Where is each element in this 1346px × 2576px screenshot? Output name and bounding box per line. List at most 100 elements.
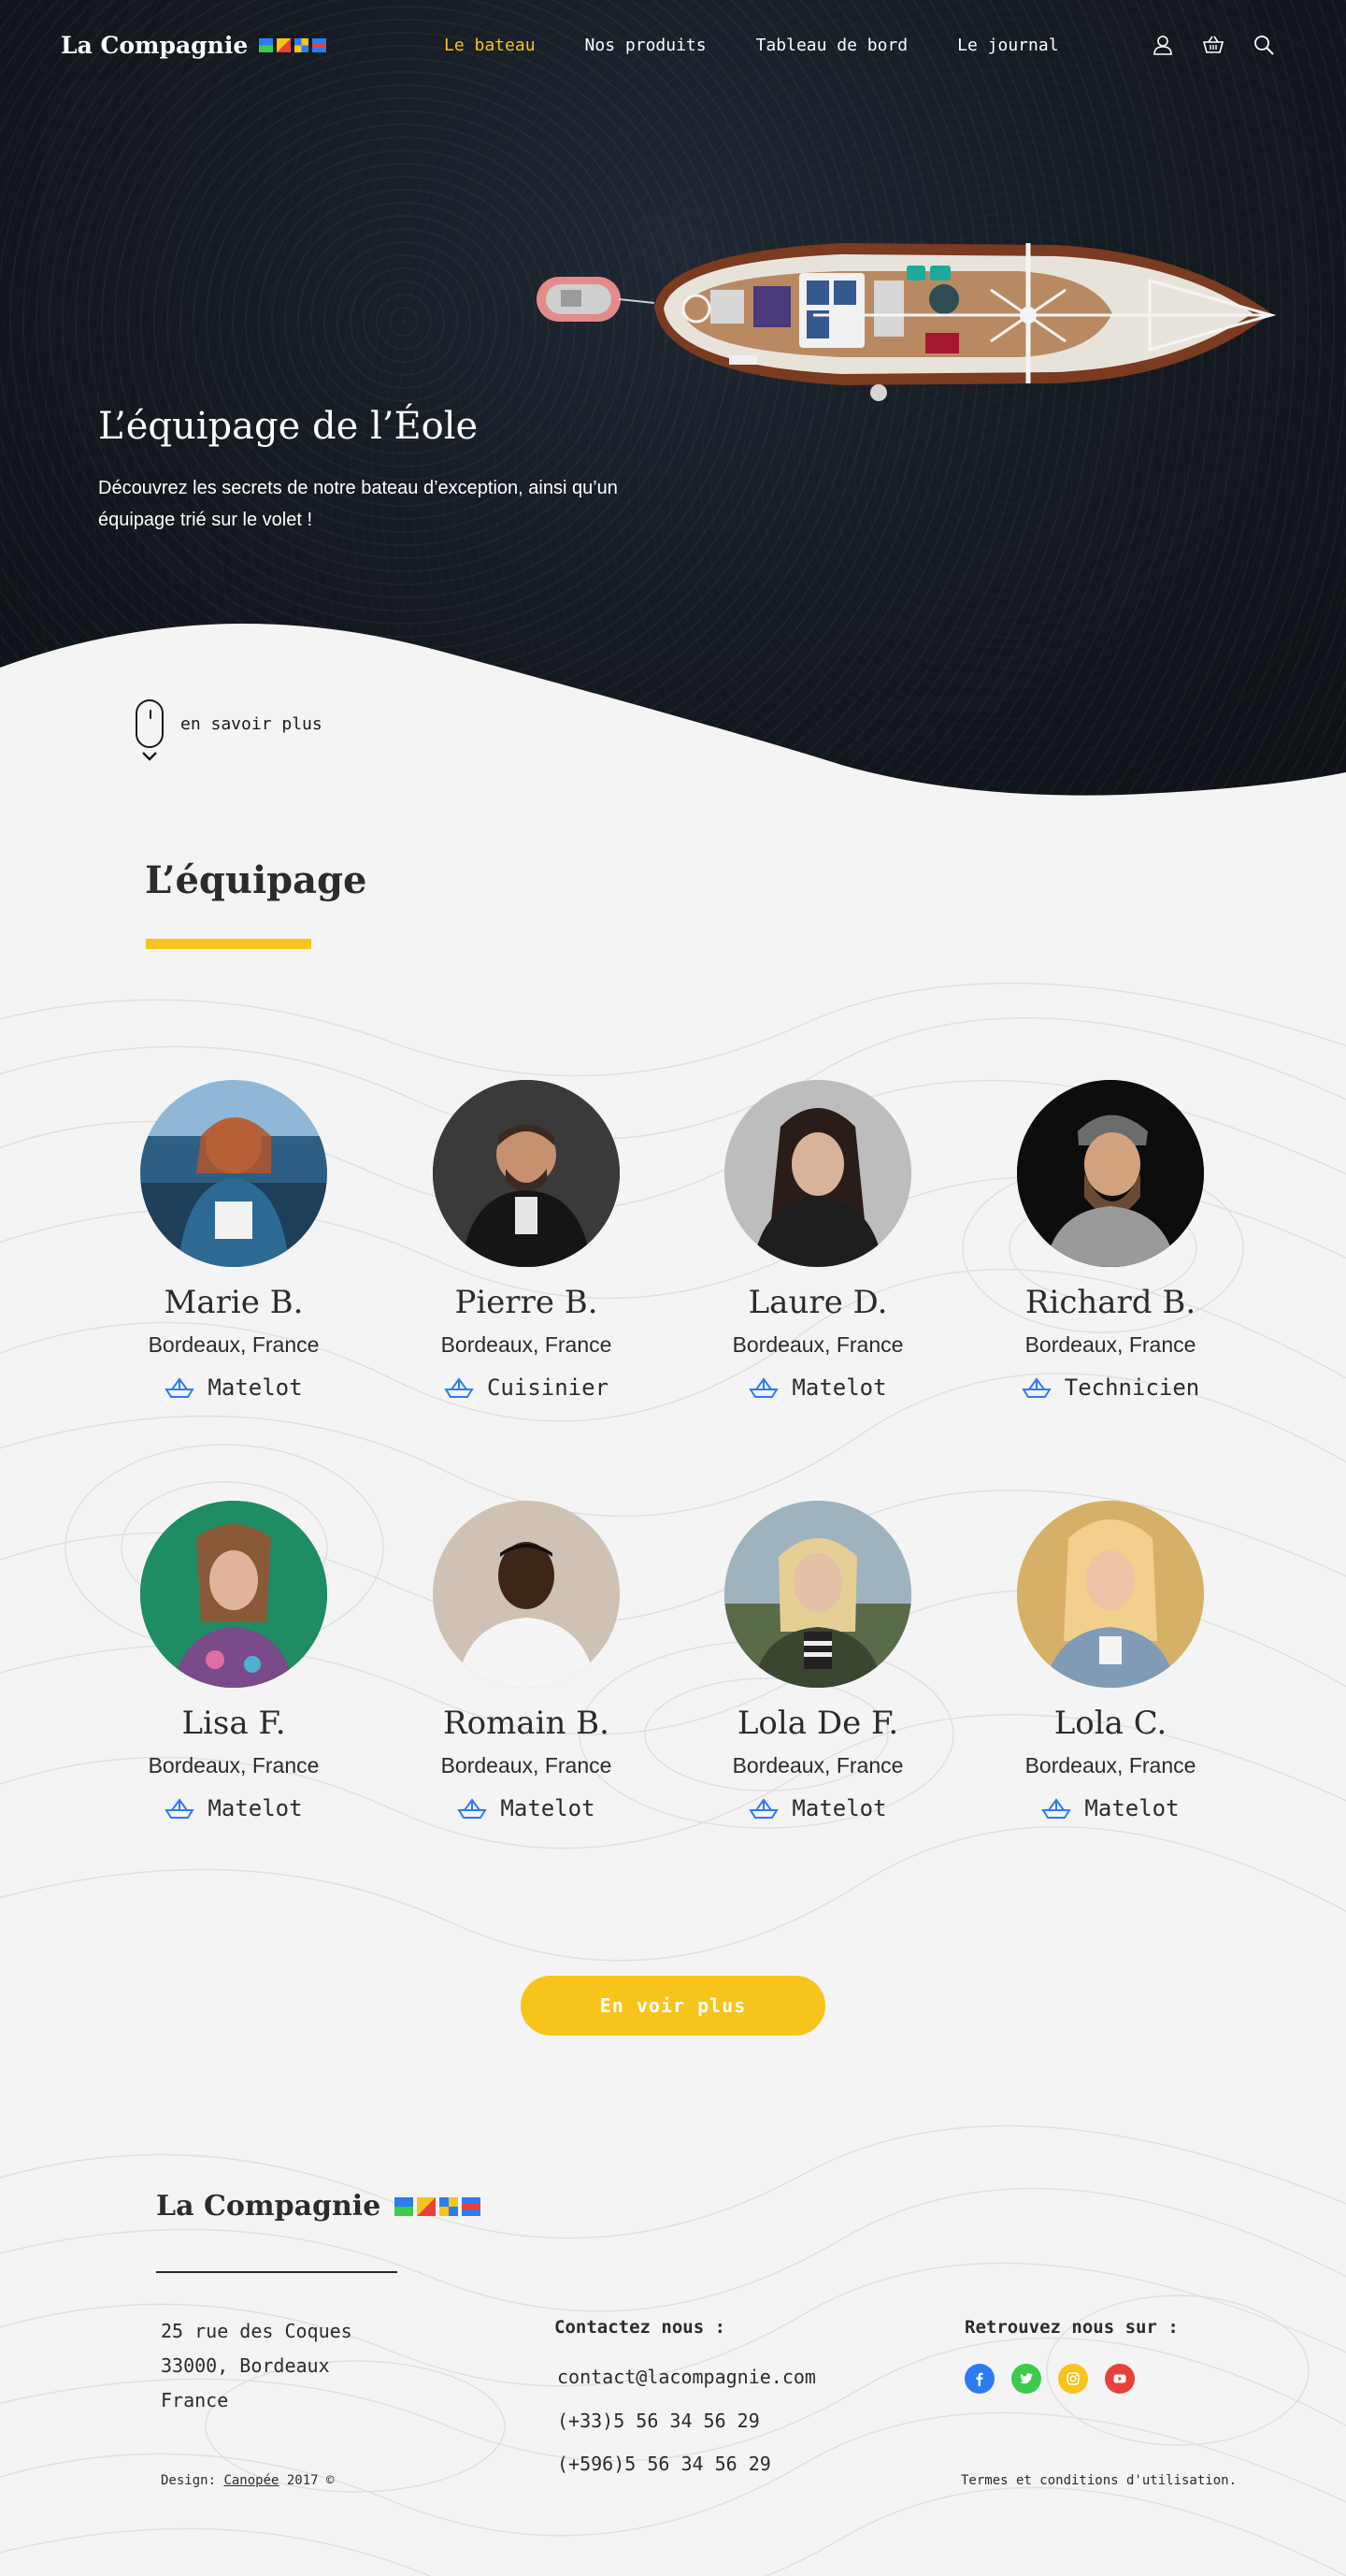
- basket-icon[interactable]: [1202, 34, 1224, 56]
- crew-city: Bordeaux, France: [440, 1753, 612, 1777]
- twitter-icon[interactable]: [1011, 2364, 1041, 2394]
- hero-title: L’équipage de l’Éole: [98, 405, 479, 448]
- crew-name: Laure D.: [748, 1284, 888, 1321]
- contact-phone-link[interactable]: (+33)5 56 34 56 29: [557, 2410, 760, 2432]
- crew-city: Bordeaux, France: [1024, 1753, 1196, 1777]
- footer-address: 25 rue des Coques 33000, Bordeaux France: [161, 2314, 404, 2418]
- crew-role: Cuisinier: [395, 1374, 657, 1401]
- nav-link-le-bateau[interactable]: Le bateau: [444, 36, 536, 55]
- paper-boat-icon: [1021, 1377, 1052, 1398]
- crew-city: Bordeaux, France: [732, 1753, 904, 1777]
- paper-boat-icon: [444, 1377, 474, 1398]
- crew-role: Matelot: [103, 1374, 365, 1401]
- contact-title: Contactez nous :: [554, 2317, 726, 2338]
- nav-link-tableau-de-bord[interactable]: Tableau de bord: [756, 36, 909, 55]
- crew-name: Pierre B.: [454, 1284, 598, 1321]
- crew-name: Richard B.: [1024, 1284, 1196, 1321]
- crew-name: Romain B.: [443, 1705, 609, 1742]
- social-title: Retrouvez nous sur :: [965, 2317, 1179, 2338]
- paper-boat-icon: [749, 1377, 780, 1398]
- social-links: [965, 2364, 1135, 2394]
- brand-name: La Compagnie: [61, 32, 249, 59]
- see-more-button[interactable]: En voir plus: [521, 1976, 825, 2036]
- nav-link-le-journal[interactable]: Le journal: [957, 36, 1058, 55]
- facebook-icon[interactable]: [965, 2364, 995, 2394]
- brand-logo[interactable]: La Compagnie: [61, 32, 327, 59]
- instagram-icon[interactable]: [1058, 2364, 1088, 2394]
- paper-boat-icon: [749, 1798, 780, 1819]
- avatar: [1017, 1501, 1204, 1688]
- hero: La Compagnie Le bateau Nos produits Tabl…: [0, 0, 1346, 804]
- scroll-label: en savoir plus: [180, 714, 322, 734]
- scroll-hint[interactable]: en savoir plus: [136, 699, 322, 748]
- crew-role-label: Technicien: [1064, 1374, 1200, 1401]
- crew-name: Lisa F.: [181, 1705, 286, 1742]
- crew-role-label: Matelot: [500, 1795, 595, 1821]
- crew-card[interactable]: Lisa F. Bordeaux, France Matelot: [103, 1501, 365, 1821]
- crew-name: Marie B.: [164, 1284, 304, 1321]
- credit-link[interactable]: Canopée: [223, 2473, 279, 2488]
- crew-city: Bordeaux, France: [148, 1753, 320, 1777]
- avatar: [1017, 1080, 1204, 1267]
- crew-card[interactable]: Lola C. Bordeaux, France Matelot: [980, 1501, 1241, 1821]
- flags-icon: [394, 2196, 481, 2216]
- footer-divider: [156, 2271, 397, 2273]
- search-icon[interactable]: [1253, 34, 1275, 56]
- crew-name: Lola De F.: [737, 1705, 899, 1742]
- crew-role: Matelot: [980, 1795, 1241, 1821]
- crew-name: Lola C.: [1053, 1705, 1167, 1742]
- crew-role-label: Matelot: [208, 1795, 303, 1821]
- crew-role-label: Matelot: [792, 1795, 887, 1821]
- address-line: France: [161, 2389, 229, 2411]
- crew-role-label: Cuisinier: [486, 1374, 609, 1401]
- paper-boat-icon: [1041, 1798, 1072, 1819]
- paper-boat-icon: [457, 1798, 488, 1819]
- avatar: [724, 1501, 911, 1688]
- footer-brand-name: La Compagnie: [156, 2190, 381, 2223]
- crew-city: Bordeaux, France: [148, 1332, 320, 1357]
- crew-card[interactable]: Laure D. Bordeaux, France Matelot: [687, 1080, 949, 1401]
- avatar: [724, 1080, 911, 1267]
- avatar: [433, 1501, 620, 1688]
- chevron-down-icon: [142, 752, 157, 761]
- design-credit: Design: Canopée 2017 ©: [161, 2473, 334, 2488]
- crew-city: Bordeaux, France: [440, 1332, 612, 1357]
- credit-prefix: Design:: [161, 2473, 224, 2488]
- youtube-icon[interactable]: [1105, 2364, 1135, 2394]
- crew-role: Technicien: [980, 1374, 1241, 1401]
- avatar: [433, 1080, 620, 1267]
- flags-icon: [259, 38, 327, 52]
- section-title: L’équipage: [145, 858, 367, 902]
- crew-role: Matelot: [103, 1795, 365, 1821]
- credit-suffix: 2017 ©: [279, 2473, 335, 2488]
- crew-card[interactable]: Lola De F. Bordeaux, France Matelot: [687, 1501, 949, 1821]
- contact-phone-link[interactable]: (+596)5 56 34 56 29: [557, 2453, 771, 2475]
- section-title-underline: [146, 939, 311, 949]
- crew-card[interactable]: Pierre B. Bordeaux, France Cuisinier: [395, 1080, 657, 1401]
- crew-role: Matelot: [395, 1795, 657, 1821]
- address-line: 33000, Bordeaux: [161, 2354, 330, 2377]
- crew-role: Matelot: [687, 1795, 949, 1821]
- crew-card[interactable]: Richard B. Bordeaux, France Technicien: [980, 1080, 1241, 1401]
- crew-card[interactable]: Romain B. Bordeaux, France Matelot: [395, 1501, 657, 1821]
- user-icon[interactable]: [1152, 34, 1174, 56]
- crew-card[interactable]: Marie B. Bordeaux, France Matelot: [103, 1080, 365, 1401]
- mouse-icon: [136, 699, 164, 748]
- nav-actions: [1152, 34, 1275, 56]
- contact-email-link[interactable]: contact@lacompagnie.com: [557, 2366, 816, 2388]
- main-menu: Le bateau Nos produits Tableau de bord L…: [444, 36, 1109, 55]
- crew-city: Bordeaux, France: [732, 1332, 904, 1357]
- crew-city: Bordeaux, France: [1024, 1332, 1196, 1357]
- hero-subtitle: Découvrez les secrets de notre bateau d’…: [98, 478, 618, 530]
- address-line: 25 rue des Coques: [161, 2320, 352, 2342]
- crew-role-label: Matelot: [1084, 1795, 1180, 1821]
- avatar: [140, 1501, 327, 1688]
- footer-brand[interactable]: La Compagnie: [156, 2190, 481, 2223]
- top-navigation: La Compagnie Le bateau Nos produits Tabl…: [0, 0, 1346, 94]
- crew-role-label: Matelot: [792, 1374, 887, 1401]
- nav-link-nos-produits[interactable]: Nos produits: [585, 36, 707, 55]
- terms-link[interactable]: Termes et conditions d'utilisation.: [961, 2473, 1237, 2488]
- crew-role: Matelot: [687, 1374, 949, 1401]
- avatar: [140, 1080, 327, 1267]
- crew-role-label: Matelot: [208, 1374, 303, 1401]
